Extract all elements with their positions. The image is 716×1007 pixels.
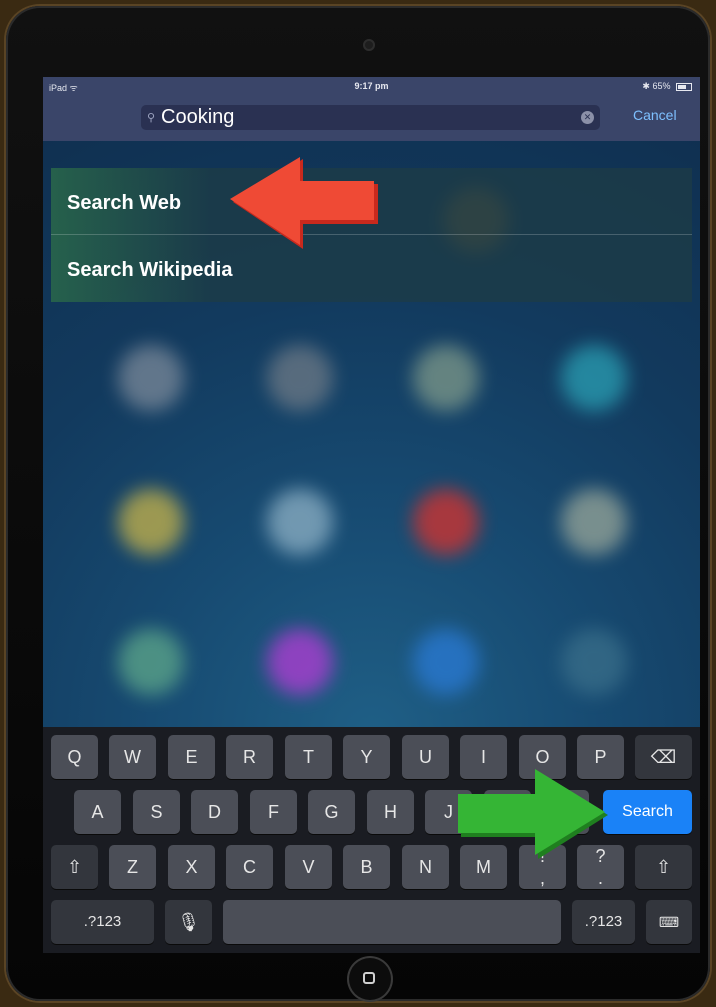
key-y[interactable]: Y [343, 735, 390, 779]
blurred-app-icon [118, 345, 184, 411]
key-n[interactable]: N [402, 845, 449, 889]
ipad-device-frame: iPad ᯤ 9:17 pm ✱ 65% ⚲ Cooking ✕ Cancel … [6, 6, 710, 1001]
blurred-app-icon [267, 629, 333, 695]
backspace-key[interactable]: ⌫ [635, 735, 692, 779]
blurred-app-icon [561, 629, 627, 695]
blurred-app-icon [413, 489, 479, 555]
battery-status: ✱ 65% [642, 81, 692, 92]
status-bar: iPad ᯤ 9:17 pm ✱ 65% [43, 77, 700, 95]
key-f[interactable]: F [250, 790, 297, 834]
green-arrow-annotation [458, 769, 608, 859]
key-secondary-char: , [539, 868, 545, 888]
hide-keyboard-key[interactable]: ⌨ [646, 900, 692, 944]
home-square-icon [363, 972, 375, 984]
space-key[interactable] [223, 900, 561, 944]
microphone-icon: 🎙 [177, 912, 200, 932]
key-b[interactable]: B [343, 845, 390, 889]
numbers-key-right[interactable]: .?123 [572, 900, 635, 944]
numbers-key-left[interactable]: .?123 [51, 900, 154, 944]
shift-icon: ⇧ [66, 857, 83, 877]
search-query: Cooking [161, 106, 235, 128]
key-q[interactable]: Q [51, 735, 98, 779]
blurred-app-icon [413, 629, 479, 695]
blurred-app-icon [413, 345, 479, 411]
blurred-app-icon [561, 345, 627, 411]
battery-label: ✱ 65% [642, 81, 671, 91]
search-input[interactable]: ⚲ Cooking ✕ [141, 105, 600, 130]
blurred-app-icon [267, 345, 333, 411]
key-v[interactable]: V [285, 845, 332, 889]
camera-icon [363, 39, 375, 51]
result-label: Search Web [67, 192, 182, 214]
blurred-app-icon [561, 489, 627, 555]
shift-icon: ⇧ [655, 857, 672, 877]
key-w[interactable]: W [109, 735, 156, 779]
home-button[interactable] [349, 958, 391, 1000]
key-c[interactable]: C [226, 845, 273, 889]
shift-key-right[interactable]: ⇧ [635, 845, 692, 889]
key-s[interactable]: S [133, 790, 180, 834]
blurred-app-icon [118, 629, 184, 695]
key-x[interactable]: X [168, 845, 215, 889]
shift-key-left[interactable]: ⇧ [51, 845, 98, 889]
key-e[interactable]: E [168, 735, 215, 779]
key-a[interactable]: A [74, 790, 121, 834]
key-d[interactable]: D [191, 790, 238, 834]
key-u[interactable]: U [402, 735, 449, 779]
result-label: Search Wikipedia [67, 259, 233, 281]
clear-search-icon[interactable]: ✕ [581, 111, 594, 124]
ios-screen: iPad ᯤ 9:17 pm ✱ 65% ⚲ Cooking ✕ Cancel … [43, 77, 700, 953]
blurred-app-icon [267, 489, 333, 555]
status-time: 9:17 pm [354, 81, 389, 91]
key-r[interactable]: R [226, 735, 273, 779]
keyboard-dismiss-icon: ⌨ [658, 914, 680, 930]
search-icon: ⚲ [147, 112, 156, 124]
key-t[interactable]: T [285, 735, 332, 779]
dictation-key[interactable]: 🎙 [165, 900, 212, 944]
search-key[interactable]: Search [603, 790, 692, 834]
backspace-icon: ⌫ [650, 747, 677, 767]
red-arrow-annotation [230, 157, 378, 249]
blurred-app-icon [118, 489, 184, 555]
battery-icon [676, 82, 692, 91]
search-bar: ⚲ Cooking ✕ Cancel [43, 95, 700, 141]
cancel-button[interactable]: Cancel [633, 107, 677, 123]
key-h[interactable]: H [367, 790, 414, 834]
key-secondary-char: . [597, 868, 603, 888]
key-z[interactable]: Z [109, 845, 156, 889]
key-g[interactable]: G [308, 790, 355, 834]
